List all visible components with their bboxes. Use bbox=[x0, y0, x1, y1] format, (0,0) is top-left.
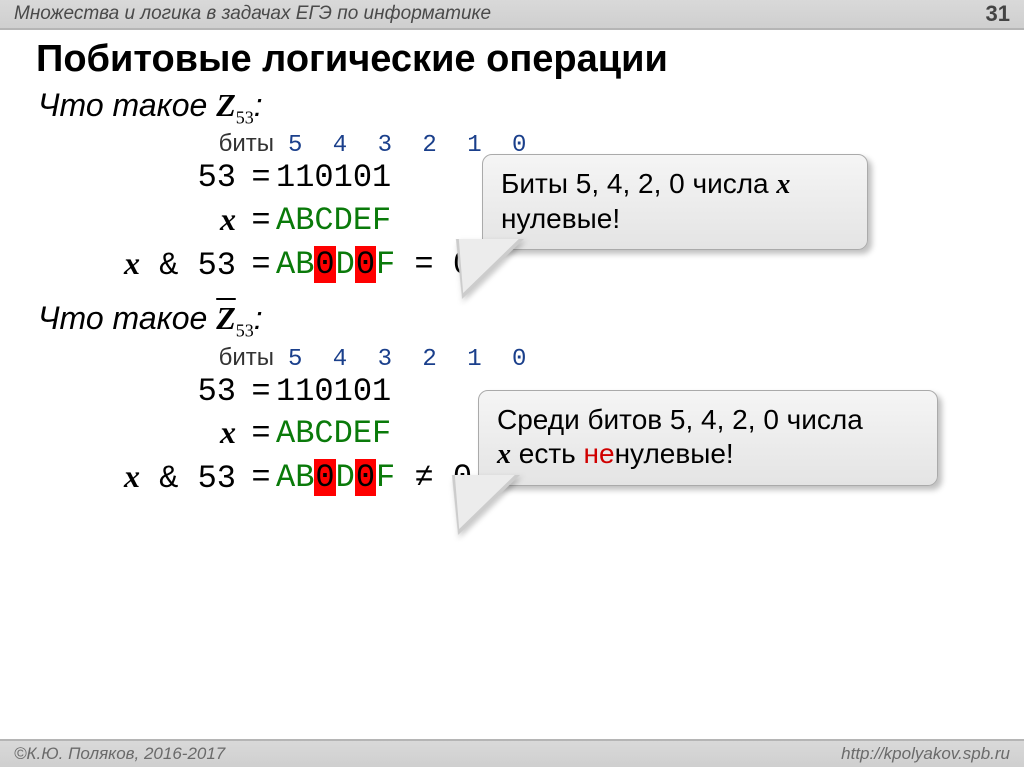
section-1-subtitle-prefix: Что такое bbox=[38, 87, 216, 123]
footer-link: http://kpolyakov.spb.ru bbox=[841, 744, 1010, 764]
equals: = bbox=[246, 200, 276, 242]
rhs-seg: F bbox=[376, 246, 395, 283]
callout-text: Среди битов 5, 4, 2, 0 числа bbox=[497, 404, 863, 435]
header-bar: Множества и логика в задачах ЕГЭ по инфо… bbox=[0, 0, 1024, 30]
z-subscript: 53 bbox=[236, 321, 254, 341]
equals: = bbox=[246, 157, 276, 199]
bits-label: биты bbox=[36, 130, 288, 158]
colon: : bbox=[254, 87, 263, 123]
z-symbol: Z bbox=[216, 87, 236, 123]
equals: = bbox=[246, 244, 276, 286]
rhs-seg: AB bbox=[276, 246, 314, 283]
z-bar-symbol: Z bbox=[216, 300, 236, 336]
callout-red: не bbox=[584, 438, 615, 469]
callout-text: Биты 5, 4, 2, 0 числа bbox=[501, 168, 776, 199]
callout-text: нулевые! bbox=[501, 203, 620, 234]
rhs-highlight: 0 bbox=[355, 246, 376, 283]
lhs-x: x bbox=[220, 414, 236, 450]
lhs-rest: & 53 bbox=[140, 247, 236, 284]
colon: : bbox=[254, 300, 263, 336]
callout-x: x bbox=[776, 169, 790, 200]
equals: = bbox=[246, 371, 276, 413]
footer-copyright: ©К.Ю. Поляков, 2016-2017 bbox=[14, 744, 225, 764]
equals: = bbox=[246, 413, 276, 455]
footer-bar: ©К.Ю. Поляков, 2016-2017 http://kpolyako… bbox=[0, 739, 1024, 767]
section-2-subtitle: Что такое Z53: bbox=[38, 300, 994, 341]
rhs: ABCDEF bbox=[276, 413, 391, 455]
callout-text: нулевые! bbox=[615, 438, 734, 469]
lhs: 53 bbox=[36, 157, 246, 199]
rhs-highlight: 0 bbox=[355, 459, 376, 496]
rhs-seg: D bbox=[336, 459, 355, 496]
rhs: AB0D0F ≠ 0 bbox=[276, 457, 472, 499]
page-number: 31 bbox=[986, 1, 1010, 27]
lhs-x: x bbox=[124, 245, 140, 281]
rhs-highlight: 0 bbox=[314, 246, 335, 283]
bits-numbers: 5 4 3 2 1 0 bbox=[288, 346, 534, 373]
bits-header-2: биты 5 4 3 2 1 0 bbox=[36, 344, 994, 373]
lhs-rest: & 53 bbox=[140, 460, 236, 497]
callout-text: есть bbox=[511, 438, 584, 469]
rhs-seg: D bbox=[336, 246, 355, 283]
lhs: 53 bbox=[36, 371, 246, 413]
lhs-x: x bbox=[220, 201, 236, 237]
callout-1: Биты 5, 4, 2, 0 числа x нулевые! bbox=[482, 154, 868, 250]
slide-body: Побитовые логические операции Что такое … bbox=[0, 30, 1024, 739]
bits-label: биты bbox=[36, 344, 288, 372]
rhs: 110101 bbox=[276, 371, 391, 413]
callout-x: x bbox=[497, 439, 511, 470]
section-1-subtitle: Что такое Z53: bbox=[38, 87, 994, 128]
rhs: 110101 bbox=[276, 157, 391, 199]
slide: Множества и логика в задачах ЕГЭ по инфо… bbox=[0, 0, 1024, 767]
z-subscript: 53 bbox=[236, 107, 254, 127]
rhs: ABCDEF bbox=[276, 200, 391, 242]
header-subject: Множества и логика в задачах ЕГЭ по инфо… bbox=[14, 3, 491, 25]
section-2-subtitle-prefix: Что такое bbox=[38, 300, 216, 336]
rhs-highlight: 0 bbox=[314, 459, 335, 496]
lhs-x: x bbox=[124, 458, 140, 494]
callout-2: Среди битов 5, 4, 2, 0 числа x есть нену… bbox=[478, 390, 938, 486]
rhs-seg: AB bbox=[276, 459, 314, 496]
equals: = bbox=[246, 457, 276, 499]
slide-title: Побитовые логические операции bbox=[36, 38, 994, 81]
rhs-seg: F bbox=[376, 459, 395, 496]
